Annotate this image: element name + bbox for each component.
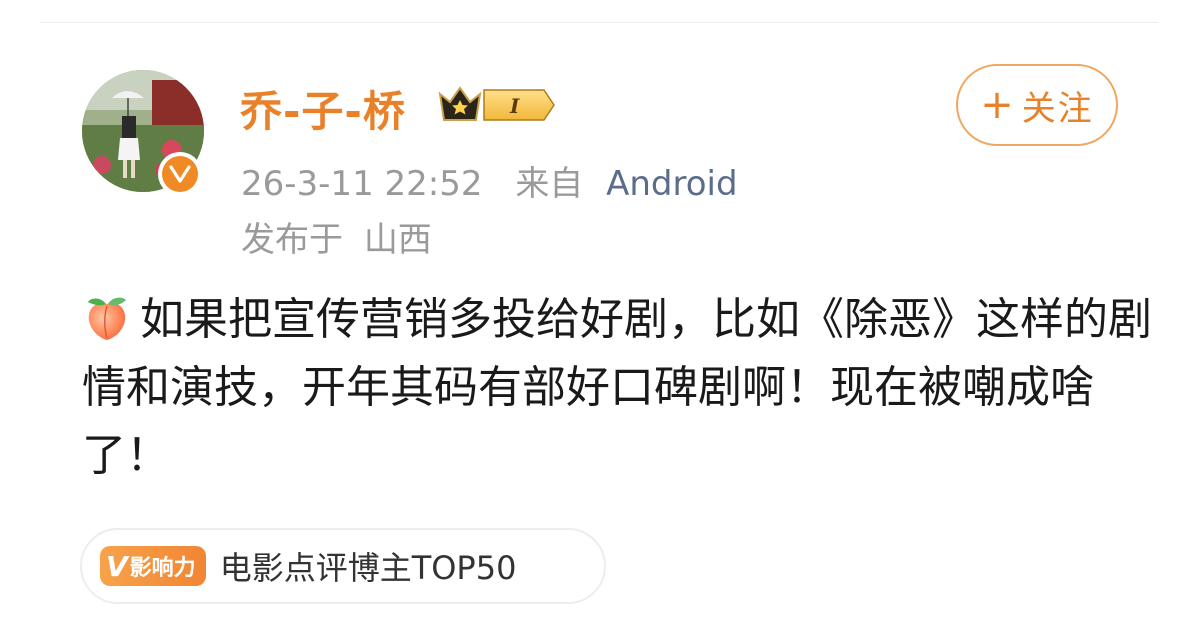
post-text: 如果把宣传营销多投给好剧，比如《除恶》这样的剧情和演技，开年其码有部好口碑剧啊！… xyxy=(82,294,1152,481)
source-link[interactable]: Android xyxy=(606,164,737,204)
follow-button[interactable]: + 关注 xyxy=(956,64,1118,146)
post-meta: 26-3-11 22:52 来自 Android xyxy=(241,156,738,205)
influence-badge[interactable]: V 影响力 电影点评博主TOP50 xyxy=(80,528,606,604)
influence-tag: V 影响力 xyxy=(100,546,206,586)
influence-v-icon: V xyxy=(106,549,128,583)
post-body: 如果把宣传营销多投给好剧，比如《除恶》这样的剧情和演技，开年其码有部好口碑剧啊！… xyxy=(82,286,1172,490)
vip-crown-badge-icon: I xyxy=(436,82,556,128)
vip-level-text: I xyxy=(509,94,520,118)
location-value: 山西 xyxy=(363,220,432,260)
source-prefix: 来自 xyxy=(515,164,584,204)
top-divider xyxy=(40,22,1158,23)
influence-tag-label: 影响力 xyxy=(129,556,196,581)
follow-label: 关注 xyxy=(1021,88,1094,129)
location-prefix: 发布于 xyxy=(241,220,343,260)
plus-icon: + xyxy=(980,82,1014,128)
influence-text: 电影点评博主TOP50 xyxy=(219,549,517,587)
verified-badge-icon xyxy=(158,152,202,196)
post-location: 发布于 山西 xyxy=(241,212,432,261)
username[interactable]: 乔-子-桥 xyxy=(240,78,406,139)
peach-icon xyxy=(82,292,132,342)
post-timestamp: 26-3-11 22:52 xyxy=(241,164,483,204)
